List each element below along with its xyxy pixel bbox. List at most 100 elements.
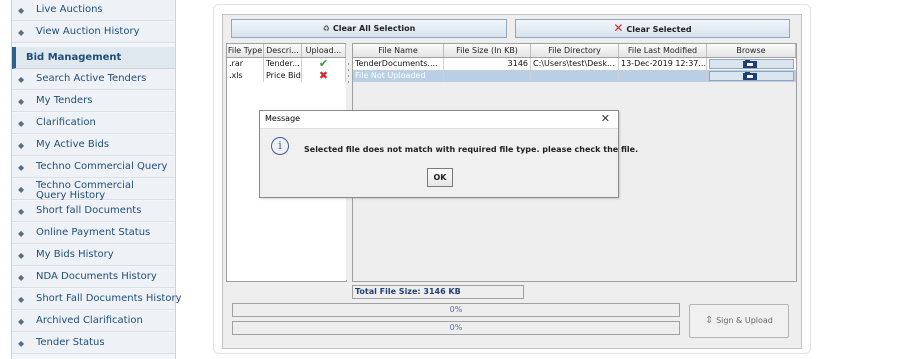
sidebar-item-label: My Active Bids (36, 139, 110, 150)
file-name-cell: TenderDocuments.... (353, 58, 444, 70)
sidebar-item-techno-commercial-query-history[interactable]: ◆ Techno Commercial Query History (12, 179, 175, 201)
sidebar-item-search-active-tenders[interactable]: ◆ Search Active Tenders (12, 69, 175, 90)
bullet-icon: ◆ (18, 119, 25, 128)
sidebar-item-label: My Tenders (36, 95, 93, 106)
sidebar-item-label: Clarification (36, 117, 96, 128)
bullet-icon: ◆ (18, 251, 25, 260)
table-row[interactable]: TenderDocuments.... 3146 C:\Users\test\D… (353, 58, 796, 70)
clear-all-selection-label: Clear All Selection (332, 24, 416, 33)
bullet-icon: ◆ (18, 163, 25, 172)
sidebar: ◆ Live Auctions ◆ View Auction History B… (11, 0, 181, 359)
dialog-title: Message (265, 114, 301, 123)
sidebar-item-live-auctions[interactable]: ◆ Live Auctions (12, 0, 175, 21)
file-size-cell (444, 70, 531, 82)
info-icon: i (271, 137, 289, 155)
folder-icon (743, 60, 757, 68)
column-header[interactable]: File Name (353, 44, 444, 57)
sidebar-item-label: Live Auctions (36, 4, 103, 15)
file-type-cell: .xls (227, 70, 264, 82)
description-cell: Tender... (264, 58, 302, 70)
browse-button[interactable] (709, 71, 794, 81)
bullet-icon: ◆ (18, 6, 25, 15)
sidebar-item-nda-documents-history[interactable]: ◆ NDA Documents History (12, 267, 175, 288)
upload-icon: ⇕ (705, 315, 714, 326)
file-size-cell: 3146 (444, 58, 531, 70)
sidebar-item-label: Techno Commercial Query (36, 161, 168, 172)
ok-button[interactable]: OK (427, 168, 453, 187)
sidebar-item-clarification[interactable]: ◆ Clarification (12, 113, 175, 134)
file-modified-cell: 13-Dec-2019 12:37... (621, 58, 707, 70)
check-icon: ✔ (302, 58, 346, 70)
broom-icon: ♻ (322, 24, 330, 33)
sidebar-item-view-auction-history[interactable]: ◆ View Auction History (12, 22, 175, 43)
table-row[interactable]: File Not Uploaded (353, 70, 796, 82)
table-header: File Name File Size (In KB) File Directo… (353, 44, 796, 58)
folder-icon (743, 72, 757, 80)
file-directory-cell (531, 70, 619, 82)
sidebar-item-my-active-bids[interactable]: ◆ My Active Bids (12, 135, 175, 156)
sidebar-item-short-fall-documents[interactable]: ◆ Short fall Documents (12, 201, 175, 222)
dialog-message: Selected file does not match with requir… (304, 145, 639, 154)
sidebar-item-label: Short Fall Documents History (36, 293, 182, 304)
sidebar-item-label: View Auction History (36, 26, 140, 37)
dialog-titlebar[interactable]: Message ✕ (260, 111, 618, 129)
clear-selected-label: Clear Selected (626, 25, 692, 34)
sidebar-item-my-tenders[interactable]: ◆ My Tenders (12, 91, 175, 112)
sidebar-item-label: Search Active Tenders (36, 73, 147, 84)
bullet-icon: ◆ (18, 229, 25, 238)
bullet-icon: ◆ (18, 75, 25, 84)
bullet-icon: ◆ (18, 185, 25, 194)
table-row[interactable]: .xls Price Bid ✖ (227, 70, 346, 82)
bullet-icon: ◆ (18, 207, 25, 216)
close-icon: ✕ (613, 21, 624, 35)
column-header[interactable]: File Type (227, 44, 264, 57)
sidebar-section-bid-management[interactable]: Bid Management (12, 47, 175, 69)
bullet-icon: ◆ (18, 141, 25, 150)
sidebar-item-label: Short fall Documents (36, 205, 142, 216)
sidebar-item-label: Online Payment Status (36, 227, 151, 238)
column-header[interactable]: Browse (707, 44, 796, 57)
sidebar-item-label: Techno Commercial Query History (36, 180, 134, 201)
sidebar-item-tender-status[interactable]: ◆ Tender Status (12, 333, 175, 354)
progress-label: 0% (449, 323, 463, 332)
progress-bar: 0% (232, 303, 680, 317)
column-header[interactable]: File Size (In KB) (444, 44, 531, 57)
sign-upload-label: Sign & Upload (716, 316, 773, 325)
column-header[interactable]: File Directory (531, 44, 619, 57)
sidebar-item-short-fall-documents-history[interactable]: ◆ Short Fall Documents History (12, 289, 181, 310)
column-header[interactable]: File Last Modified (619, 44, 707, 57)
cross-icon: ✖ (302, 70, 346, 82)
clear-selected-button[interactable]: ✕ Clear Selected (515, 19, 790, 38)
sidebar-item-archived-clarification[interactable]: ◆ Archived Clarification (12, 311, 175, 332)
bullet-icon: ◆ (18, 273, 25, 282)
bullet-icon: ◆ (18, 317, 25, 326)
file-name-cell: File Not Uploaded (353, 70, 444, 82)
file-type-cell: .rar (227, 58, 264, 70)
sidebar-item-label: Tender Status (36, 337, 105, 348)
close-icon[interactable]: ✕ (601, 112, 610, 125)
browse-button[interactable] (709, 59, 794, 69)
column-header[interactable]: Descri... (264, 44, 302, 57)
sidebar-item-online-payment-status[interactable]: ◆ Online Payment Status (12, 223, 175, 244)
sidebar-item-label: NDA Documents History (36, 271, 157, 282)
description-cell: Price Bid (266, 70, 302, 82)
bullet-icon: ◆ (18, 339, 25, 348)
table-header: File Type Descri... Upload... (227, 44, 346, 58)
sidebar-item-label: My Bids History (36, 249, 114, 260)
message-dialog: Message ✕ i Selected file does not match… (259, 110, 638, 198)
clear-all-selection-button[interactable]: ♻ Clear All Selection (231, 19, 507, 38)
sign-upload-button[interactable]: ⇕ Sign & Upload (689, 304, 789, 338)
column-header[interactable]: Upload... (302, 44, 346, 57)
bullet-icon: ◆ (18, 295, 25, 304)
progress-bar: 0% (232, 321, 680, 335)
sidebar-item-my-bids-history[interactable]: ◆ My Bids History (12, 245, 175, 266)
file-directory-cell: C:\Users\test\Desk... (531, 58, 619, 70)
bullet-icon: ◆ (18, 28, 25, 37)
sidebar-item-techno-commercial-query[interactable]: ◆ Techno Commercial Query (12, 157, 175, 178)
progress-label: 0% (449, 305, 463, 314)
sidebar-item-label: Archived Clarification (36, 315, 143, 326)
total-file-size: Total File Size: 3146 KB (352, 285, 524, 299)
sidebar-section-title: Bid Management (26, 52, 122, 63)
bullet-icon: ◆ (18, 97, 25, 106)
table-row[interactable]: .rar Tender... ✔ (227, 58, 346, 70)
